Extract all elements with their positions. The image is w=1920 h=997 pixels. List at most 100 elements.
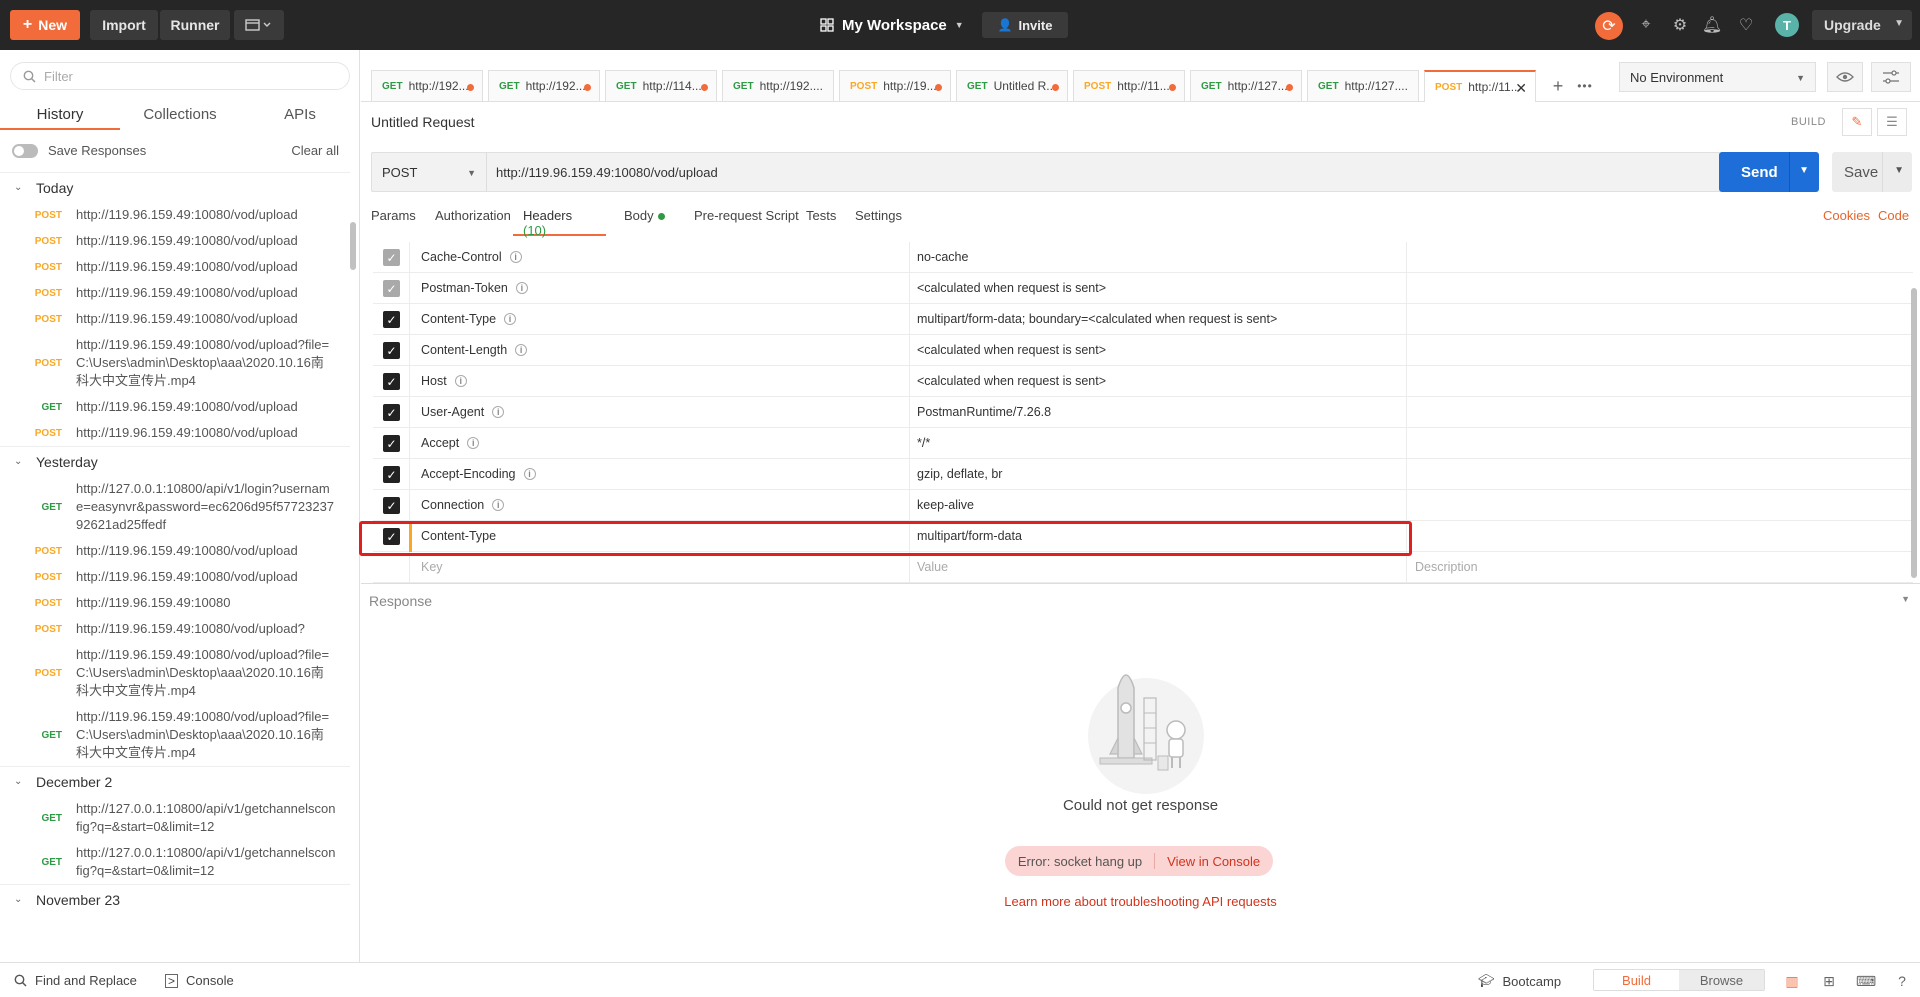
- heart-icon[interactable]: ♡: [1734, 13, 1758, 37]
- header-key[interactable]: Accept i: [421, 436, 480, 450]
- row-checkbox[interactable]: ✓: [383, 435, 400, 452]
- avatar[interactable]: T: [1775, 13, 1799, 37]
- row-checkbox[interactable]: ✓: [383, 342, 400, 359]
- runner-button[interactable]: Runner: [160, 10, 230, 40]
- browse-toggle[interactable]: Browse: [1679, 970, 1764, 990]
- tab-collections[interactable]: Collections: [120, 100, 240, 130]
- history-group-yesterday[interactable]: ⌄ Yesterday: [0, 446, 350, 476]
- request-tab[interactable]: POST http://11...: [1073, 70, 1185, 101]
- description-placeholder[interactable]: Description: [1415, 560, 1478, 574]
- list-item[interactable]: POST http://119.96.159.49:10080/vod/uploa…: [0, 642, 350, 704]
- tab-prerequest-script[interactable]: Pre-request Script: [684, 208, 809, 236]
- close-icon[interactable]: ✕: [1515, 80, 1527, 97]
- row-checkbox[interactable]: ✓: [383, 280, 400, 297]
- header-key[interactable]: Content-Length i: [421, 343, 528, 357]
- url-input[interactable]: http://119.96.159.49:10080/vod/upload: [496, 153, 718, 191]
- clear-all-link[interactable]: Clear all: [291, 143, 339, 158]
- list-item[interactable]: GET http://127.0.0.1:10800/api/v1/getchan…: [0, 840, 350, 884]
- list-item[interactable]: POST http://119.96.159.49:10080/vod/uploa…: [0, 564, 350, 590]
- build-toggle[interactable]: Build: [1594, 970, 1679, 990]
- key-placeholder[interactable]: Key: [421, 560, 443, 574]
- request-tab[interactable]: POST http://19...: [839, 70, 951, 101]
- request-tab[interactable]: GET http://192....: [488, 70, 600, 101]
- tab-headers[interactable]: Headers (10): [513, 208, 606, 238]
- header-key[interactable]: Content-Type i: [421, 312, 517, 326]
- header-value[interactable]: */*: [917, 436, 930, 450]
- workspace-switcher[interactable]: My Workspace ▼: [820, 13, 964, 37]
- list-item[interactable]: POST http://119.96.159.49:10080/vod/uploa…: [0, 420, 350, 446]
- header-value[interactable]: multipart/form-data: [917, 529, 1022, 543]
- help-icon[interactable]: ?: [1893, 972, 1911, 990]
- list-item[interactable]: POST http://119.96.159.49:10080/vod/uploa…: [0, 616, 350, 642]
- list-item[interactable]: GET http://127.0.0.1:10800/api/v1/login?u…: [0, 476, 350, 538]
- header-value[interactable]: PostmanRuntime/7.26.8: [917, 405, 1051, 419]
- history-group-today[interactable]: ⌄ Today: [0, 172, 350, 202]
- request-tab[interactable]: GET Untitled R...: [956, 70, 1068, 101]
- tab-authorization[interactable]: Authorization: [425, 208, 521, 236]
- bell-icon[interactable]: 🔔︎: [1700, 13, 1724, 37]
- headers-scrollbar[interactable]: [1911, 288, 1917, 578]
- tab-history[interactable]: History: [0, 100, 120, 130]
- header-key[interactable]: Content-Type: [421, 529, 496, 543]
- keyboard-icon[interactable]: ⌨: [1856, 972, 1876, 990]
- gear-icon[interactable]: ⚙: [1668, 13, 1692, 37]
- chevron-down-icon[interactable]: ▼: [1901, 594, 1910, 604]
- sliders-icon[interactable]: [1871, 62, 1911, 92]
- view-console-link[interactable]: View in Console: [1167, 854, 1260, 869]
- list-item[interactable]: GET http://127.0.0.1:10800/api/v1/getchan…: [0, 796, 350, 840]
- request-tab[interactable]: GET http://127....: [1307, 70, 1419, 101]
- pencil-icon[interactable]: ✎: [1842, 108, 1872, 136]
- sidebar-scrollbar[interactable]: [350, 222, 356, 270]
- list-item[interactable]: POST http://119.96.159.49:10080/vod/uploa…: [0, 306, 350, 332]
- header-key[interactable]: Cache-Control i: [421, 250, 522, 264]
- method-select[interactable]: POST ▼: [372, 153, 487, 191]
- filter-input[interactable]: Filter: [10, 62, 350, 90]
- list-item[interactable]: POST http://119.96.159.49:10080/vod/uploa…: [0, 202, 350, 228]
- tab-tests[interactable]: Tests: [796, 208, 846, 236]
- console-button[interactable]: > Console: [165, 973, 234, 988]
- row-checkbox[interactable]: ✓: [383, 466, 400, 483]
- info-icon[interactable]: i: [515, 282, 528, 294]
- info-icon[interactable]: i: [523, 468, 536, 480]
- list-item[interactable]: POST http://119.96.159.49:10080/vod/uploa…: [0, 228, 350, 254]
- find-replace-button[interactable]: Find and Replace: [14, 973, 137, 988]
- two-pane-icon[interactable]: ▥: [1783, 972, 1801, 990]
- code-link[interactable]: Code: [1878, 208, 1909, 223]
- header-key[interactable]: Host i: [421, 374, 467, 388]
- request-title[interactable]: Untitled Request: [371, 114, 475, 130]
- sync-icon[interactable]: ⟳: [1595, 12, 1623, 40]
- add-tab-icon[interactable]: +: [1546, 74, 1570, 98]
- request-tab[interactable]: GET http://114....: [605, 70, 717, 101]
- info-icon[interactable]: i: [515, 344, 528, 356]
- upgrade-button[interactable]: Upgrade ▼: [1812, 10, 1912, 40]
- row-checkbox[interactable]: ✓: [383, 373, 400, 390]
- tab-settings[interactable]: Settings: [845, 208, 912, 236]
- header-value[interactable]: gzip, deflate, br: [917, 467, 1002, 481]
- toggle-switch[interactable]: [12, 143, 38, 158]
- info-icon[interactable]: i: [467, 437, 480, 449]
- list-item[interactable]: POST http://119.96.159.49:10080/vod/uploa…: [0, 538, 350, 564]
- info-icon[interactable]: i: [504, 313, 517, 325]
- history-group-november-23[interactable]: ⌄ November 23: [0, 884, 350, 914]
- row-checkbox[interactable]: ✓: [383, 497, 400, 514]
- value-placeholder[interactable]: Value: [917, 560, 948, 574]
- save-responses-toggle[interactable]: Save Responses: [12, 143, 146, 158]
- info-icon[interactable]: i: [492, 406, 505, 418]
- list-item[interactable]: GET http://119.96.159.49:10080/vod/upload: [0, 394, 350, 420]
- cookies-link[interactable]: Cookies: [1823, 208, 1870, 223]
- history-group-december-2[interactable]: ⌄ December 2: [0, 766, 350, 796]
- header-key[interactable]: Connection i: [421, 498, 505, 512]
- header-key[interactable]: Postman-Token i: [421, 281, 528, 295]
- invite-button[interactable]: 👤 Invite: [982, 12, 1068, 38]
- header-value[interactable]: <calculated when request is sent>: [917, 374, 1106, 388]
- request-tab-active[interactable]: POST http://11... ✕: [1424, 70, 1536, 102]
- comment-icon[interactable]: ☰: [1877, 108, 1907, 136]
- tab-params[interactable]: Params: [361, 208, 426, 236]
- eye-icon[interactable]: [1827, 62, 1863, 92]
- header-value[interactable]: no-cache: [917, 250, 968, 264]
- new-window-button[interactable]: [234, 10, 284, 40]
- bootcamp-button[interactable]: 🎓︎ Bootcamp: [1478, 973, 1561, 989]
- environment-select[interactable]: No Environment ▼: [1619, 62, 1816, 92]
- info-icon[interactable]: i: [509, 251, 522, 263]
- send-button[interactable]: Send ▼: [1719, 152, 1819, 192]
